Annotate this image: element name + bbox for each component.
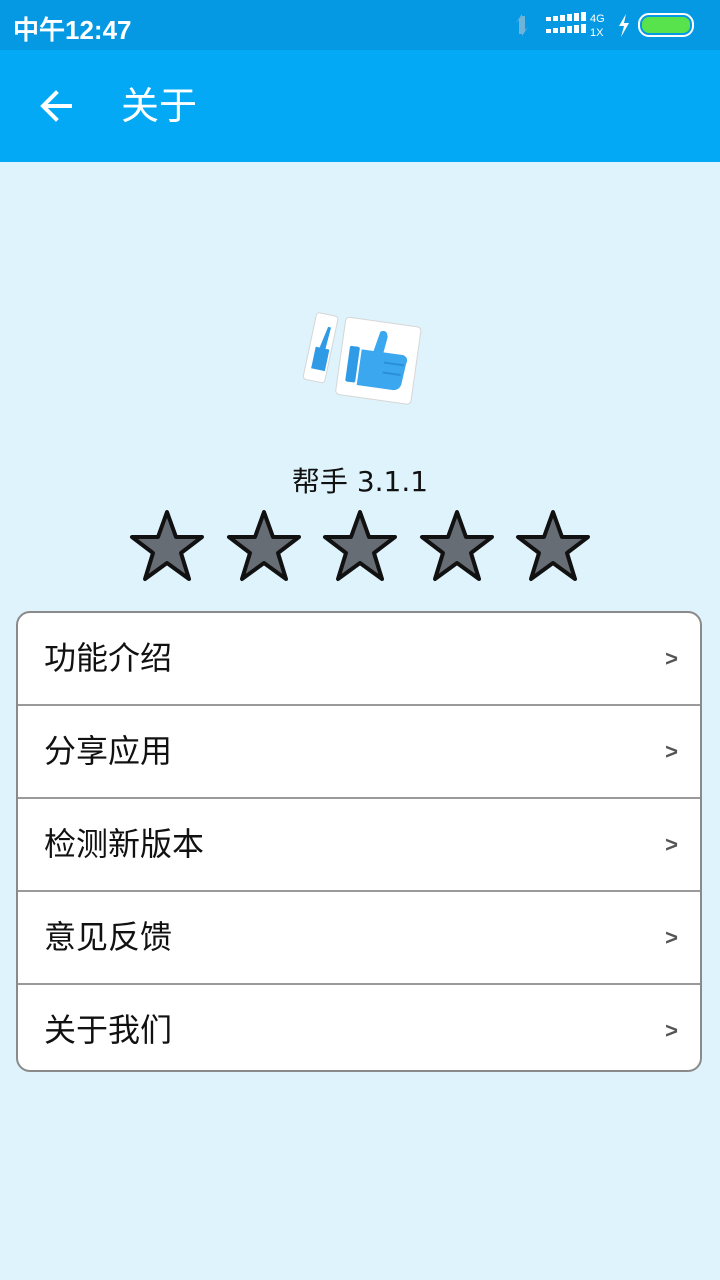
star-icon[interactable] [418, 508, 496, 584]
menu-item-feedback[interactable]: 意见反馈 > [18, 892, 700, 985]
star-icon[interactable] [225, 508, 303, 584]
app-bar: 关于 [0, 50, 720, 162]
chevron-right-icon: > [665, 1018, 678, 1043]
menu-item-share[interactable]: 分享应用 > [18, 706, 700, 799]
chevron-right-icon: > [665, 646, 678, 671]
menu-item-label: 检测新版本 [44, 825, 205, 863]
star-icon[interactable] [514, 508, 592, 584]
chevron-right-icon: > [665, 832, 678, 857]
app-name-version: 帮手 3.1.1 [291, 465, 429, 498]
menu-item-check-update[interactable]: 检测新版本 > [18, 799, 700, 892]
menu-item-label: 关于我们 [44, 1011, 173, 1049]
menu-item-about-us[interactable]: 关于我们 > [18, 985, 700, 1070]
charging-bolt-icon [619, 14, 629, 37]
network-type: 4G [590, 13, 605, 25]
arrow-left-icon [40, 90, 72, 122]
chevron-right-icon: > [665, 739, 678, 764]
menu-item-features[interactable]: 功能介绍 > [18, 613, 700, 706]
rating-bar[interactable] [128, 508, 592, 584]
status-icons: 4G 1X [516, 12, 694, 39]
battery-icon [638, 13, 694, 37]
menu-item-label: 功能介绍 [44, 639, 173, 677]
sim-label: 1X [590, 27, 604, 39]
page-title: 关于 [121, 84, 198, 128]
star-icon[interactable] [128, 508, 206, 584]
menu-item-label: 意见反馈 [44, 918, 173, 956]
signal-bars-icon [546, 12, 586, 33]
chevron-right-icon: > [665, 925, 678, 950]
status-time: 中午12:47 [13, 15, 132, 45]
status-bar: 中午12:47 4G 1X [0, 0, 720, 50]
menu-item-label: 分享应用 [44, 732, 173, 770]
back-button[interactable] [28, 78, 84, 134]
thumbs-up-icon [302, 312, 422, 405]
settings-menu: 功能介绍 > 分享应用 > 检测新版本 > 意见反馈 > 关于我们 > [16, 611, 702, 1072]
data-transfer-icon [516, 14, 528, 36]
star-icon[interactable] [321, 508, 399, 584]
